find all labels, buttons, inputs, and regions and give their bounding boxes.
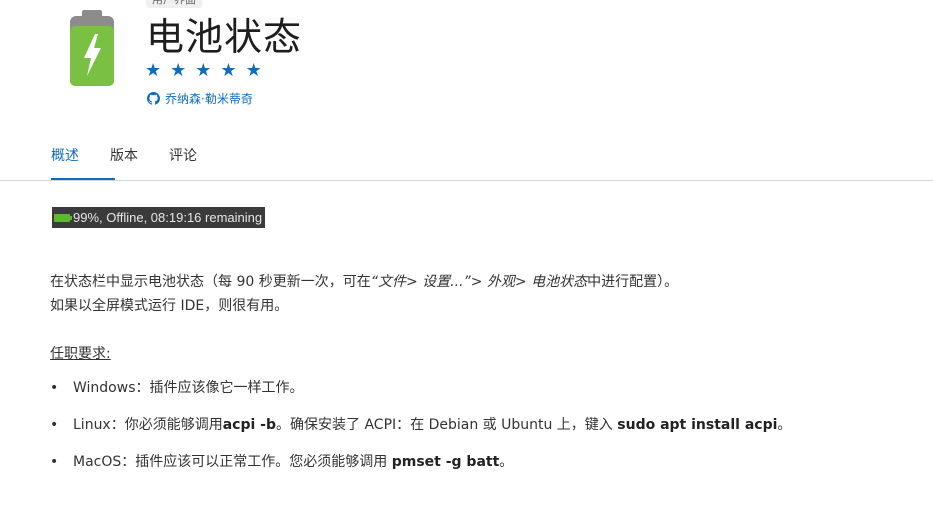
tab-versions[interactable]: 版本 [110,144,138,180]
status-text: 99%, Offline, 08:19:16 remaining [73,210,263,225]
settings-path: “文件> 设置...”> 外观> 电池状态 [370,274,588,290]
description-line-2: 如果以全屏模式运行 IDE，则很有用。 [50,298,289,314]
battery-charging-icon [70,10,114,86]
bullet: • [50,454,59,470]
list-item: • MacOS：插件应该可以正常工作。您必须能够调用 pmset -g batt… [50,450,791,474]
star-icon: ★ [195,60,212,81]
rating-stars: ★ ★ ★ ★ ★ [145,61,262,81]
bullet: • [50,380,59,396]
tab-bar: 概述 版本 评论 [51,144,228,180]
github-icon [147,92,160,105]
bullet: • [50,417,59,433]
requirements-list: • Windows：插件应该像它一样工作。 • Linux：你必须能够调用acp… [50,376,791,487]
list-item-text: Windows：插件应该像它一样工作。 [73,380,304,396]
command-text: pmset -g batt [391,454,500,470]
command-text: sudo apt install acpi [617,417,778,433]
status-bar-preview: 99%, Offline, 08:19:16 remaining [52,207,266,228]
list-item-text: Linux：你必须能够调用acpi -b。确保安装了 ACPI：在 Debian… [73,417,792,433]
star-icon: ★ [245,60,262,81]
tab-overview[interactable]: 概述 [51,144,115,180]
list-item: • Windows：插件应该像它一样工作。 [50,376,791,400]
command-text: acpi -b [222,417,277,433]
description-text: 中进行配置）。 [587,274,679,290]
extension-header: 用户界面 电池状态 ★ ★ ★ ★ ★ 乔纳森·勒米蒂奇 [0,0,933,130]
requirements-heading: 任职要求: [50,346,111,362]
author-name[interactable]: 乔纳森·勒米蒂奇 [165,90,253,107]
star-icon: ★ [220,60,237,81]
list-item-text: MacOS：插件应该可以正常工作。您必须能够调用 pmset -g batt。 [73,454,514,470]
description-line-1: 在状态栏中显示电池状态（每 90 秒更新一次，可在“文件> 设置...”> 外观… [50,270,678,294]
author-link[interactable]: 乔纳森·勒米蒂奇 [147,90,253,107]
description-text: 在状态栏中显示电池状态（每 90 秒更新一次，可在 [50,274,371,290]
star-icon: ★ [170,60,187,81]
star-icon: ★ [145,60,162,81]
tab-divider [0,180,933,181]
tab-reviews[interactable]: 评论 [169,144,197,180]
battery-icon [54,213,72,222]
category-tag[interactable]: 用户界面 [146,0,202,8]
description: 在状态栏中显示电池状态（每 90 秒更新一次，可在“文件> 设置...”> 外观… [50,270,678,318]
list-item: • Linux：你必须能够调用acpi -b。确保安装了 ACPI：在 Debi… [50,413,791,437]
page-title: 电池状态 [146,15,303,59]
